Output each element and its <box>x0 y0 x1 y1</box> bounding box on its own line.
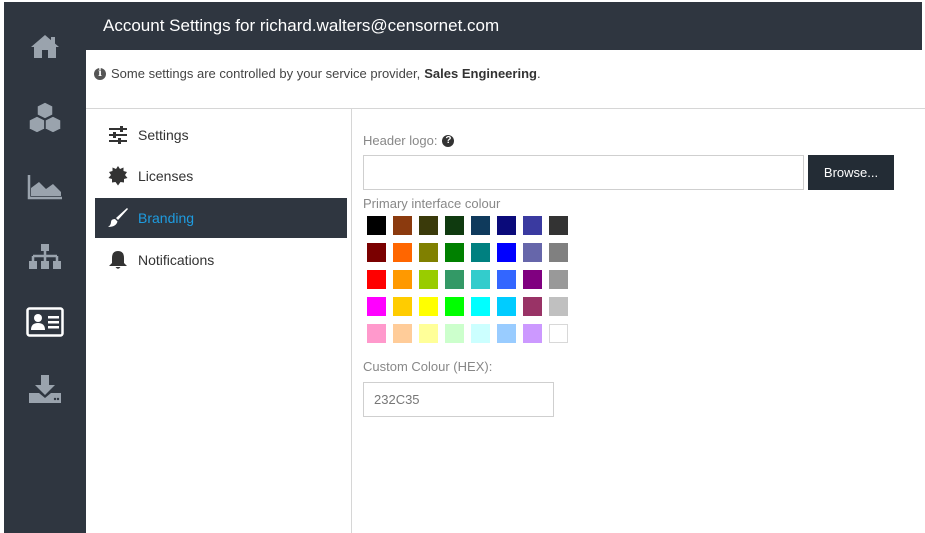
colour-swatch[interactable] <box>367 243 386 262</box>
nav-item-notifications[interactable]: Notifications <box>95 240 347 280</box>
colour-swatch[interactable] <box>419 216 438 235</box>
colour-swatch[interactable] <box>393 297 412 316</box>
colour-swatch[interactable] <box>549 243 568 262</box>
colour-swatch[interactable] <box>497 216 516 235</box>
notice-text: Some settings are controlled by your ser… <box>111 66 421 81</box>
colour-swatch[interactable] <box>549 324 568 343</box>
header-logo-input[interactable] <box>363 155 804 190</box>
colour-swatch[interactable] <box>471 297 490 316</box>
provider-notice: i Some settings are controlled by your s… <box>94 66 541 81</box>
colour-swatch[interactable] <box>523 270 542 289</box>
colour-swatch[interactable] <box>393 243 412 262</box>
column-divider <box>351 109 352 533</box>
page-title: Account Settings for richard.walters@cen… <box>103 16 500 35</box>
colour-swatch[interactable] <box>445 243 464 262</box>
sliders-icon <box>107 125 129 145</box>
colour-swatch[interactable] <box>367 270 386 289</box>
home-icon <box>31 35 59 58</box>
browse-button[interactable]: Browse... <box>808 155 894 190</box>
colour-swatch[interactable] <box>367 324 386 343</box>
colour-swatch[interactable] <box>445 297 464 316</box>
certificate-icon <box>107 166 129 186</box>
bell-icon <box>107 250 129 270</box>
icon-rail <box>4 2 86 533</box>
colour-swatch[interactable] <box>419 243 438 262</box>
colour-swatch[interactable] <box>471 270 490 289</box>
colour-swatch[interactable] <box>367 216 386 235</box>
download-icon <box>29 375 61 403</box>
nav-item-branding[interactable]: Branding <box>95 198 347 238</box>
nav-item-label: Branding <box>138 210 195 226</box>
colour-swatch[interactable] <box>471 243 490 262</box>
colour-swatch[interactable] <box>445 324 464 343</box>
colour-swatch[interactable] <box>393 324 412 343</box>
provider-name: Sales Engineering <box>424 66 537 81</box>
page-header: Account Settings for richard.walters@cen… <box>86 2 922 50</box>
colour-swatch[interactable] <box>523 297 542 316</box>
rail-account-button[interactable] <box>4 299 86 345</box>
custom-colour-input[interactable] <box>363 382 554 417</box>
colour-swatch[interactable] <box>497 243 516 262</box>
area-chart-icon <box>27 175 62 200</box>
colour-swatch[interactable] <box>497 270 516 289</box>
colour-swatch-grid <box>367 216 568 343</box>
nav-item-label: Notifications <box>138 252 215 268</box>
colour-swatch[interactable] <box>523 216 542 235</box>
header-logo-label-text: Header logo: <box>363 133 438 148</box>
colour-swatch[interactable] <box>471 324 490 343</box>
rail-reports-button[interactable] <box>4 164 86 210</box>
sitemap-icon <box>29 244 61 269</box>
rail-home-button[interactable] <box>4 23 86 69</box>
notice-suffix: . <box>536 66 541 81</box>
colour-swatch[interactable] <box>367 297 386 316</box>
colour-swatch[interactable] <box>497 297 516 316</box>
colour-swatch[interactable] <box>497 324 516 343</box>
colour-swatch[interactable] <box>471 216 490 235</box>
help-icon[interactable]: ? <box>442 134 455 147</box>
id-card-icon <box>26 307 64 337</box>
custom-colour-label: Custom Colour (HEX): <box>363 359 493 374</box>
colour-swatch[interactable] <box>523 243 542 262</box>
nav-item-settings[interactable]: Settings <box>95 115 347 155</box>
colour-swatch[interactable] <box>419 297 438 316</box>
colour-swatch[interactable] <box>549 297 568 316</box>
paintbrush-icon <box>107 208 129 228</box>
colour-swatch[interactable] <box>549 270 568 289</box>
colour-swatch[interactable] <box>445 270 464 289</box>
colour-swatch[interactable] <box>393 216 412 235</box>
cubes-icon <box>28 101 62 133</box>
header-divider <box>86 108 925 109</box>
primary-colour-label: Primary interface colour <box>363 196 501 211</box>
rail-hierarchy-button[interactable] <box>4 234 86 280</box>
colour-swatch[interactable] <box>393 270 412 289</box>
rail-downloads-button[interactable] <box>4 366 86 412</box>
header-logo-label: Header logo: ? <box>363 133 455 148</box>
nav-item-label: Licenses <box>138 168 194 184</box>
colour-swatch[interactable] <box>419 270 438 289</box>
nav-item-label: Settings <box>138 127 189 143</box>
nav-item-licenses[interactable]: Licenses <box>95 156 347 196</box>
colour-swatch[interactable] <box>523 324 542 343</box>
colour-swatch[interactable] <box>419 324 438 343</box>
colour-swatch[interactable] <box>549 216 568 235</box>
rail-products-button[interactable] <box>4 94 86 140</box>
info-icon: i <box>94 67 106 80</box>
colour-swatch[interactable] <box>445 216 464 235</box>
